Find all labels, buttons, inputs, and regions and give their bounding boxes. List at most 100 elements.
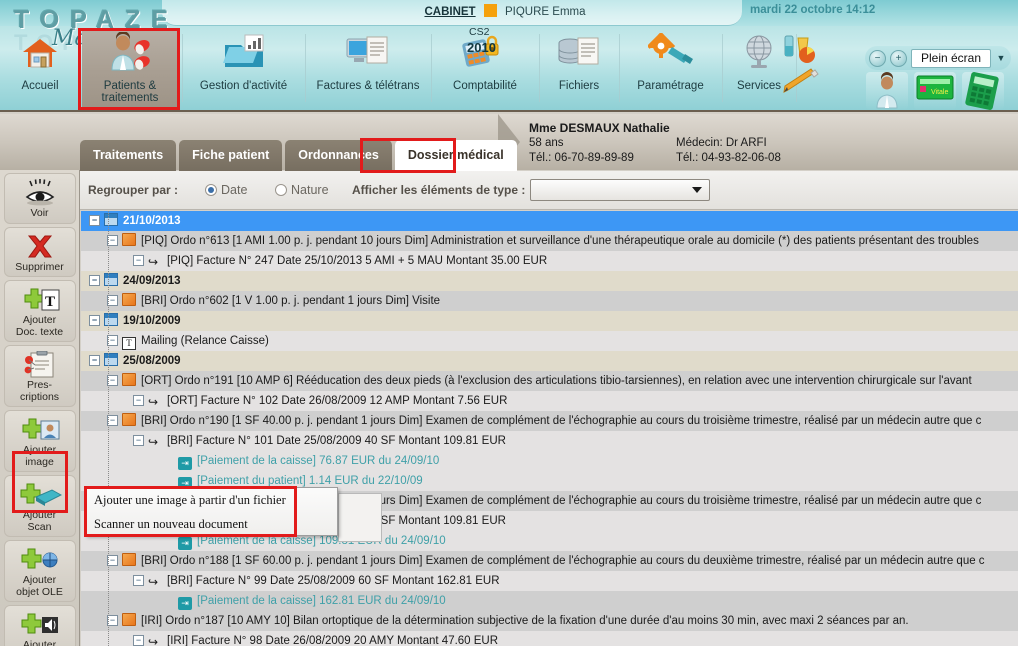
add-scan-icon <box>5 480 75 510</box>
expand-collapse-toggle[interactable]: − <box>133 395 144 406</box>
sidebar-item-ajouter-son[interactable]: Ajouter son <box>3 605 76 646</box>
calendar-icon <box>104 213 118 226</box>
tree-row[interactable]: − [PIQ] Ordo n°613 [1 AMI 1.00 p. j. pend… <box>81 231 1018 251</box>
tree-row-label: [Paiement de la caisse] 162.81 EUR du 24… <box>197 595 446 607</box>
sidebar-label-prescriptions-2: criptions <box>19 390 60 403</box>
cabinet-label[interactable]: CABINET <box>424 6 475 18</box>
tree-row[interactable]: − [BRI] Ordo n°190 [1 SF 40.00 p. j. pend… <box>81 411 1018 431</box>
context-menu-item-add-image-from-file[interactable]: Ajouter une image à partir d'un fichier <box>86 488 337 512</box>
show-types-label: Afficher les éléments de type : <box>352 183 526 197</box>
sidebar-label-ajouter-objet-ole-1: Ajouter <box>22 574 57 586</box>
toolbar-button-gestion-activite[interactable]: Gestion d'activité <box>186 28 301 110</box>
medical-record-tree[interactable]: −21/10/2013− [PIQ] Ordo n°613 [1 AMI 1.00… <box>81 211 1018 646</box>
tree-row[interactable]: − [BRI] Ordo n°602 [1 V 1.00 p. j. pendan… <box>81 291 1018 311</box>
tree-row-label: [BRI] Ordo n°190 [1 SF 40.00 p. j. penda… <box>141 415 982 427</box>
expand-collapse-toggle[interactable]: − <box>133 255 144 266</box>
sidebar-item-ajouter-scan[interactable]: Ajouter Scan <box>3 475 76 537</box>
calculator-icon[interactable] <box>962 72 1004 110</box>
zoom-in-icon[interactable]: + <box>890 49 907 67</box>
toolbar-label-gestion-activite: Gestion d'activité <box>199 80 288 92</box>
expand-collapse-toggle[interactable]: − <box>89 355 100 366</box>
doctor-icon[interactable] <box>866 72 908 110</box>
vitale-card-icon[interactable]: Vitale <box>914 72 956 110</box>
tree-row[interactable]: − T Mailing (Relance Caisse) <box>81 331 1018 351</box>
sidebar-item-supprimer[interactable]: Supprimer <box>3 226 76 277</box>
home-icon <box>6 28 74 78</box>
expand-collapse-toggle[interactable]: − <box>133 635 144 646</box>
toolbar-button-comptabilite[interactable]: CS2 2010 Comptabilité <box>435 26 535 110</box>
context-menu-shadow <box>338 493 382 542</box>
toolbar-button-factures-teletrans[interactable]: Factures & télétrans <box>309 28 427 110</box>
tab-dossier-medical[interactable]: Dossier médical <box>394 140 517 171</box>
tree-row[interactable]: − [IRI] Ordo n°187 [10 AMY 10] Bilan orto… <box>81 611 1018 631</box>
zoom-out-icon[interactable]: − <box>869 49 886 67</box>
sidebar-item-ajouter-objet-ole[interactable]: Ajouter objet OLE <box>3 540 76 602</box>
tree-row-label: [Paiement de la caisse] 76.87 EUR du 24/… <box>197 455 440 467</box>
tree-row[interactable]: − 21/10/2013 <box>81 211 1018 231</box>
expand-collapse-toggle[interactable]: − <box>89 275 100 286</box>
patient-doctor: Médecin: Dr ARFI <box>676 137 767 149</box>
tree-row-label: [PIQ] Facture N° 247 Date 25/10/2013 5 A… <box>167 255 548 267</box>
display-mode-value[interactable]: Plein écran <box>911 48 991 68</box>
payment-icon: ⇥ <box>178 457 192 470</box>
calendar-icon <box>104 273 118 286</box>
invoice-arrow-icon: ↪ <box>148 395 159 409</box>
toolbar-label-parametrage: Paramétrage <box>637 80 704 92</box>
pencil-icon[interactable] <box>780 68 826 104</box>
expand-collapse-toggle[interactable]: − <box>133 575 144 586</box>
tree-row[interactable]: − [BRI] Ordo n°188 [1 SF 60.00 p. j. pend… <box>81 551 1018 571</box>
prescription-doc-icon <box>122 373 136 386</box>
prescriptions-icon <box>5 350 75 380</box>
tree-row[interactable]: − 19/10/2009 <box>81 311 1018 331</box>
toolbar-label-fichiers: Fichiers <box>558 80 600 92</box>
scan-context-menu[interactable]: Ajouter une image à partir d'un fichier … <box>85 487 338 536</box>
toolbar-button-parametrage[interactable]: Paramétrage <box>623 28 718 110</box>
expand-collapse-toggle[interactable]: − <box>133 435 144 446</box>
sidebar-label-ajouter-scan-1: Ajouter <box>22 509 57 521</box>
payment-icon: ⇥ <box>178 537 192 550</box>
eye-icon <box>5 178 75 208</box>
calendar-icon <box>104 313 118 326</box>
toolbar-label-accueil: Accueil <box>21 80 59 92</box>
tree-row[interactable]: − ↪ [ORT] Facture N° 102 Date 26/08/2009 1… <box>81 391 1018 411</box>
tab-ordonnances[interactable]: Ordonnances <box>285 140 392 171</box>
tree-row-label: [BRI] Facture N° 99 Date 25/08/2009 60 S… <box>167 575 500 587</box>
expand-collapse-toggle[interactable]: − <box>89 315 100 326</box>
expand-collapse-toggle[interactable]: − <box>89 215 100 226</box>
tree-row-label: [ORT] Ordo n°191 [10 AMP 6] Rééducation … <box>141 375 972 387</box>
tree-guide-line <box>108 211 109 646</box>
tab-fiche-patient[interactable]: Fiche patient <box>179 140 283 171</box>
chevron-down-icon[interactable]: ▼ <box>995 53 1007 63</box>
sidebar-item-ajouter-doc-texte[interactable]: T Ajouter Doc. texte <box>3 280 76 342</box>
chevron-down-icon <box>692 187 702 193</box>
add-text-doc-icon: T <box>5 285 75 315</box>
sidebar-item-voir[interactable]: Voir <box>3 173 76 224</box>
context-menu-item-scan-new-document[interactable]: Scanner un nouveau document <box>86 512 337 536</box>
toolbar-button-accueil[interactable]: Accueil <box>6 28 74 110</box>
flask-chart-icon[interactable] <box>780 32 826 68</box>
tree-row[interactable]: − ↪ [BRI] Facture N° 101 Date 25/08/2009 4… <box>81 431 1018 451</box>
tree-row-label: 25/08/2009 <box>123 355 181 367</box>
tree-row[interactable]: − [ORT] Ordo n°191 [10 AMP 6] Rééducation… <box>81 371 1018 391</box>
tree-row[interactable]: − 25/08/2009 <box>81 351 1018 371</box>
tree-row[interactable]: − ↪ [PIQ] Facture N° 247 Date 25/10/2013 5… <box>81 251 1018 271</box>
delete-cross-icon <box>5 232 75 262</box>
tree-row[interactable]: − ↪ [IRI] Facture N° 98 Date 26/08/2009 20… <box>81 631 1018 646</box>
sidebar-item-prescriptions[interactable]: Pres- criptions <box>3 345 76 407</box>
element-type-select[interactable] <box>530 179 710 201</box>
gears-icon <box>623 28 718 78</box>
tab-traitements[interactable]: Traitements <box>80 140 177 171</box>
toolbar-button-fichiers[interactable]: Fichiers <box>543 28 615 110</box>
tree-row[interactable]: ⇥ [Paiement de la caisse] 162.81 EUR du 2… <box>81 591 1018 611</box>
tree-row[interactable]: − 24/09/2013 <box>81 271 1018 291</box>
tree-row[interactable]: − ↪ [BRI] Facture N° 99 Date 25/08/2009 60… <box>81 571 1018 591</box>
tree-row-label: [ORT] Facture N° 102 Date 26/08/2009 12 … <box>167 395 508 407</box>
radio-group-date[interactable]: Date <box>205 183 247 197</box>
sidebar-label-ajouter-doc-texte-2: Doc. texte <box>15 325 64 338</box>
toolbar-button-patients-traitements[interactable]: Patients & traitements <box>82 28 178 110</box>
svg-text:Vitale: Vitale <box>931 89 948 96</box>
radio-group-nature[interactable]: Nature <box>275 183 329 197</box>
invoice-arrow-icon: ↪ <box>148 435 159 449</box>
sidebar-item-ajouter-image[interactable]: Ajouter image <box>3 410 76 472</box>
tree-row[interactable]: ⇥ [Paiement de la caisse] 76.87 EUR du 24… <box>81 451 1018 471</box>
